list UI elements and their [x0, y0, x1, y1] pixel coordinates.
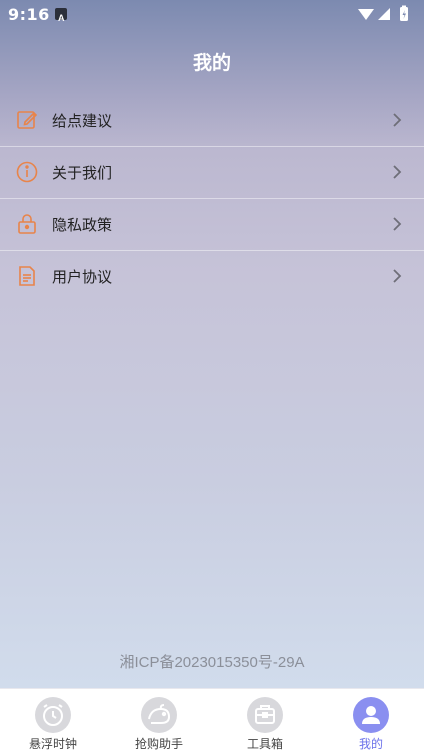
menu-item-label: 关于我们 [52, 164, 113, 182]
svg-text:A: A [58, 13, 65, 23]
status-icons [356, 5, 416, 23]
menu-item-user-agreement[interactable]: 用户协议 [0, 251, 424, 303]
user-icon [353, 697, 389, 733]
chevron-right-icon [392, 164, 402, 180]
status-time: 9:16 [8, 5, 50, 24]
status-bar: 9:16 A [0, 0, 424, 28]
tab-purchase-helper[interactable]: 抢购助手 [106, 689, 212, 755]
document-icon [16, 265, 38, 287]
tab-label: 工具箱 [246, 737, 283, 751]
menu-item-label: 用户协议 [52, 268, 113, 286]
menu-item-privacy[interactable]: 隐私政策 [0, 199, 424, 251]
bottom-tab-bar: 悬浮时钟 抢购助手 工具箱 我的 [0, 688, 424, 755]
notification-app-icon: A [55, 8, 67, 23]
tab-label: 我的 [358, 737, 383, 751]
signal-icon [378, 8, 390, 20]
menu-item-label: 给点建议 [52, 112, 113, 130]
tab-label: 抢购助手 [134, 737, 183, 751]
lock-icon [16, 213, 38, 235]
page-title: 我的 [192, 52, 231, 74]
edit-icon [16, 109, 38, 131]
tab-label: 悬浮时钟 [28, 737, 77, 751]
wifi-icon [358, 9, 374, 20]
tab-mine[interactable]: 我的 [318, 689, 424, 755]
chevron-right-icon [392, 112, 402, 128]
app-screen: 9:16 A 我的 给点建议 关于我们 隐私政策 用户协议 湘ICP备20230… [0, 0, 424, 688]
menu-item-feedback[interactable]: 给点建议 [0, 95, 424, 147]
alarm-clock-icon [35, 697, 71, 733]
mouse-icon [141, 697, 177, 733]
tab-toolbox[interactable]: 工具箱 [212, 689, 318, 755]
menu-item-about[interactable]: 关于我们 [0, 147, 424, 199]
chevron-right-icon [392, 216, 402, 232]
toolbox-icon [247, 697, 283, 733]
tab-floating-clock[interactable]: 悬浮时钟 [0, 689, 106, 755]
icp-license-text: 湘ICP备2023015350号-29A [119, 654, 305, 671]
battery-icon [400, 5, 408, 21]
settings-menu: 给点建议 关于我们 隐私政策 用户协议 [0, 95, 424, 303]
info-icon [16, 161, 38, 183]
menu-item-label: 隐私政策 [52, 216, 113, 234]
chevron-right-icon [392, 268, 402, 284]
